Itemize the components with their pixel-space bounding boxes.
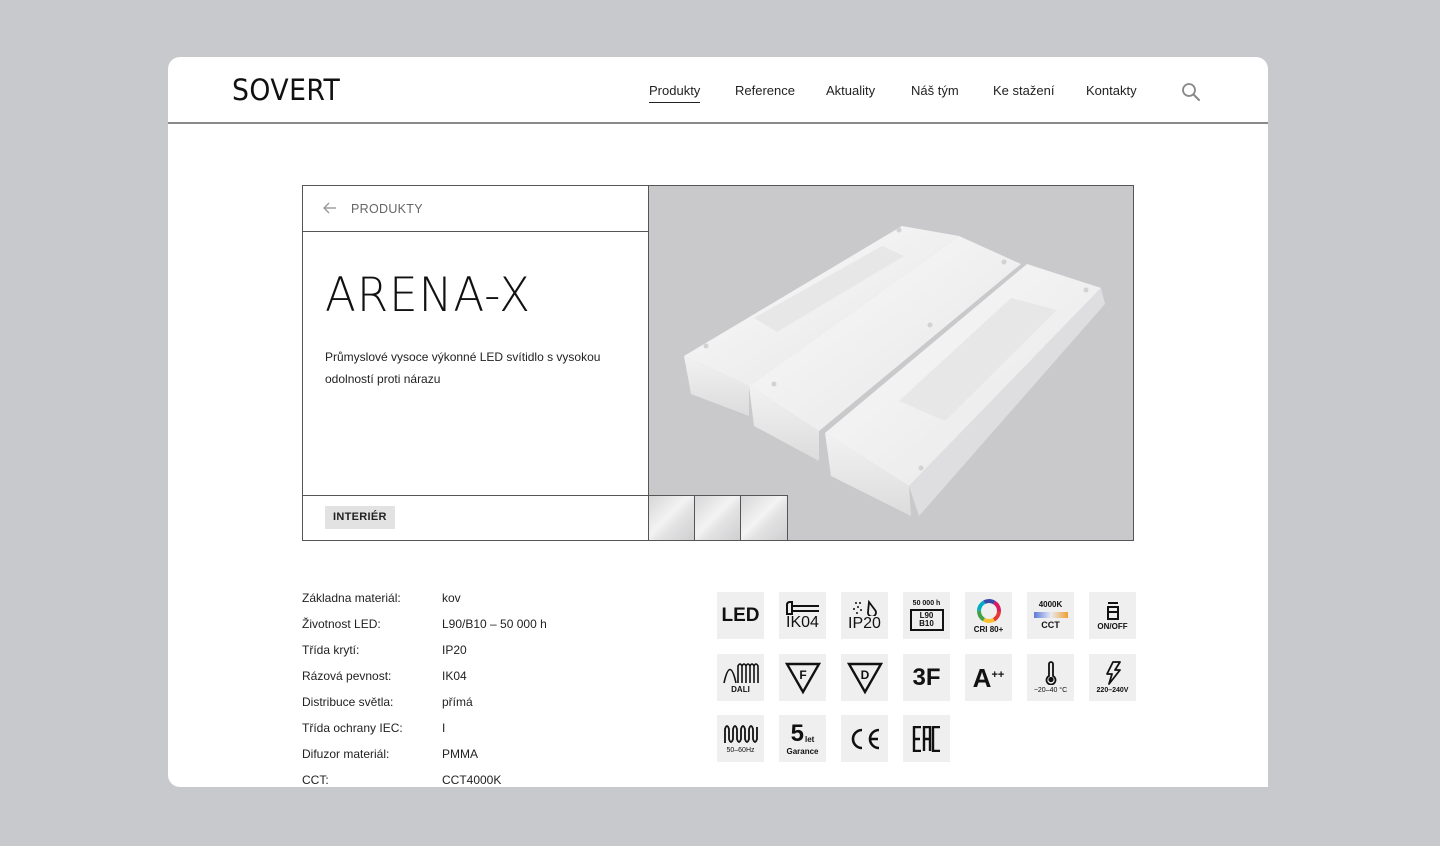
dali-badge: DALI: [717, 654, 764, 701]
spec-value: I: [442, 721, 446, 735]
spec-row: CCT: CCT4000K: [302, 773, 662, 787]
logo[interactable]: SOVERT: [232, 73, 340, 107]
voltage-badge: 220–240V: [1089, 654, 1136, 701]
luminaire-render: [684, 226, 1105, 516]
d-triangle-icon: D: [846, 662, 883, 694]
spec-list: Základna materiál: kov Životnost LED: L90/…: [302, 591, 662, 787]
warranty-badge: 5 let Garance: [779, 715, 826, 762]
eac-mark-icon: [912, 725, 940, 752]
ce-mark-icon: [851, 728, 879, 749]
cct-gradient: [1033, 612, 1068, 618]
product-info: PRODUKTY ARENA-X Průmyslové vysoce výkon…: [303, 186, 649, 540]
nav-ke-stazeni[interactable]: Ke stažení: [993, 83, 1054, 102]
d-mark-badge: D: [841, 654, 888, 701]
spec-value: L90/B10 – 50 000 h: [442, 617, 547, 631]
category-tag[interactable]: INTERIÉR: [325, 506, 395, 529]
spec-value: CCT4000K: [442, 773, 502, 787]
ce-badge: [841, 715, 888, 762]
spec-value: IP20: [442, 643, 467, 657]
nav-aktuality[interactable]: Aktuality: [826, 83, 875, 102]
thumbnail-2[interactable]: [695, 496, 741, 540]
spec-row: Třída ochrany IEC: I: [302, 721, 662, 747]
lifetime-box: L90 B10: [909, 609, 944, 631]
arrow-left-icon: [321, 199, 339, 217]
spec-label: Rázová pevnost:: [302, 669, 392, 683]
f-triangle-icon: F: [784, 662, 821, 694]
ip20-badge: IP20: [841, 592, 888, 639]
page-card: SOVERT Produkty Reference Aktuality Náš …: [168, 57, 1268, 787]
hammer-icon: [785, 600, 819, 615]
water-drop-icon: [852, 599, 877, 616]
spec-row: Difuzor materiál: PMMA: [302, 747, 662, 773]
back-to-products[interactable]: PRODUKTY: [303, 186, 649, 232]
led-badge: LED: [717, 592, 764, 639]
spec-value: PMMA: [442, 747, 478, 761]
eac-badge: [903, 715, 950, 762]
spec-row: Třída krytí: IP20: [302, 643, 662, 669]
spec-label: Životnost LED:: [302, 617, 381, 631]
svg-text:F: F: [799, 668, 806, 682]
dali-wave-icon: [722, 662, 759, 683]
product-image: [649, 186, 1133, 540]
thermometer-icon: [1045, 661, 1056, 685]
lightning-icon: [1105, 661, 1121, 685]
switch-icon: [1106, 601, 1119, 620]
nav-reference[interactable]: Reference: [735, 83, 795, 102]
lifetime-badge: 50 000 h L90 B10: [903, 592, 950, 639]
energy-class-badge: A ++: [965, 654, 1012, 701]
spec-row: Distribuce světla: přímá: [302, 695, 662, 721]
spec-label: CCT:: [302, 773, 329, 787]
search-icon[interactable]: [1180, 81, 1202, 103]
spec-label: Difuzor materiál:: [302, 747, 390, 761]
temperature-badge: −20–40 °C: [1027, 654, 1074, 701]
back-label: PRODUKTY: [351, 202, 423, 216]
thumbnail-1[interactable]: [649, 496, 695, 540]
cct-badge: 4000K CCT: [1027, 592, 1074, 639]
tag-row: INTERIÉR: [303, 495, 649, 540]
product-description: Průmyslové vysoce výkonné LED svítidlo s…: [325, 350, 601, 386]
spec-row: Základna materiál: kov: [302, 591, 662, 617]
product-title: ARENA-X: [325, 268, 532, 323]
thumbnail-strip: [649, 495, 788, 540]
sine-wave-icon: [723, 725, 758, 743]
spec-value: IK04: [442, 669, 467, 683]
3f-badge: 3F: [903, 654, 950, 701]
spec-label: Třída krytí:: [302, 643, 360, 657]
spec-row: Rázová pevnost: IK04: [302, 669, 662, 695]
spec-row: Životnost LED: L90/B10 – 50 000 h: [302, 617, 662, 643]
cri-badge: CRI 80+: [965, 592, 1012, 639]
spec-label: Třída ochrany IEC:: [302, 721, 403, 735]
ik04-badge: IK04: [779, 592, 826, 639]
spec-label: Základna materiál:: [302, 591, 401, 605]
product-panel: PRODUKTY ARENA-X Průmyslové vysoce výkon…: [302, 185, 1134, 541]
spec-value: kov: [442, 591, 461, 605]
onoff-badge: ON/OFF: [1089, 592, 1136, 639]
color-wheel-icon: [976, 598, 1001, 623]
nav-nas-tym[interactable]: Náš tým: [911, 83, 959, 102]
site-header: SOVERT Produkty Reference Aktuality Náš …: [168, 57, 1268, 124]
frequency-badge: 50–60Hz: [717, 715, 764, 762]
f-mark-badge: F: [779, 654, 826, 701]
thumbnail-3[interactable]: [741, 496, 787, 540]
nav-kontakty[interactable]: Kontakty: [1086, 83, 1137, 102]
spec-value: přímá: [442, 695, 473, 709]
svg-text:D: D: [860, 668, 869, 682]
nav-produkty[interactable]: Produkty: [649, 83, 701, 103]
spec-label: Distribuce světla:: [302, 695, 394, 709]
